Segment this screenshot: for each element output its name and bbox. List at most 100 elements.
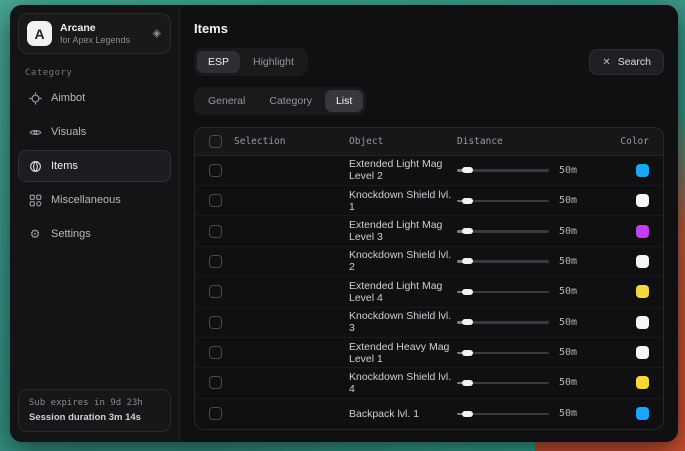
distance-value: 50m [559, 286, 577, 297]
table-row: Extended Heavy Mag Level 1 50m [195, 338, 663, 368]
sidebar-item-label: Visuals [51, 126, 86, 138]
search-button[interactable]: ✕ Search [589, 49, 664, 75]
object-name: Extended Light Mag Level 4 [349, 280, 457, 304]
color-swatch[interactable] [636, 285, 649, 298]
app-logo: A [27, 21, 52, 46]
sidebar-item-items[interactable]: Items [18, 150, 171, 182]
distance-slider[interactable] [457, 286, 549, 298]
distance-slider[interactable] [457, 225, 549, 237]
select-all-checkbox[interactable] [209, 135, 222, 148]
header-object: Object [349, 136, 457, 147]
color-swatch[interactable] [636, 407, 649, 420]
table-row: Backpack lvl. 1 50m [195, 399, 663, 429]
tab-general[interactable]: General [197, 90, 256, 112]
sidebar-item-aimbot[interactable]: Aimbot [18, 82, 171, 114]
row-checkbox[interactable] [209, 376, 222, 389]
object-name: Knockdown Shield lvl. 3 [349, 310, 457, 334]
distance-value: 50m [559, 408, 577, 419]
brand-text: Arcane for Apex Legends [60, 22, 130, 45]
tab-category[interactable]: Category [258, 90, 323, 112]
object-name: Extended Light Mag Level 3 [349, 219, 457, 243]
app-name: Arcane [60, 22, 130, 34]
session-duration-text: Session duration 3m 14s [29, 412, 160, 423]
gear-icon: ⚙ [28, 227, 42, 241]
row-checkbox[interactable] [209, 164, 222, 177]
sidebar-item-label: Settings [51, 228, 91, 240]
distance-value: 50m [559, 377, 577, 388]
subscription-card: Sub expires in 9d 23h Session duration 3… [18, 389, 171, 432]
color-swatch[interactable] [636, 194, 649, 207]
table-row: Extended Light Mag Level 2 50m [195, 156, 663, 186]
row-checkbox[interactable] [209, 194, 222, 207]
row-checkbox[interactable] [209, 407, 222, 420]
eye-icon [28, 125, 42, 139]
distance-value: 50m [559, 317, 577, 328]
color-swatch[interactable] [636, 255, 649, 268]
distance-slider[interactable] [457, 377, 549, 389]
table-row: Knockdown Shield lvl. 2 50m [195, 247, 663, 277]
app-subtitle: for Apex Legends [60, 35, 130, 45]
distance-value: 50m [559, 226, 577, 237]
distance-slider[interactable] [457, 347, 549, 359]
distance-slider[interactable] [457, 316, 549, 328]
color-swatch[interactable] [636, 225, 649, 238]
x-icon: ✕ [602, 57, 610, 68]
row-checkbox[interactable] [209, 316, 222, 329]
tab-highlight[interactable]: Highlight [242, 51, 305, 73]
mode-tab-group: ESP Highlight [194, 48, 308, 76]
row-checkbox[interactable] [209, 346, 222, 359]
sidebar-item-visuals[interactable]: Visuals [18, 116, 171, 148]
package-icon [28, 159, 42, 173]
sidebar-item-miscellaneous[interactable]: Miscellaneous [18, 184, 171, 216]
distance-value: 50m [559, 347, 577, 358]
main-panel: Items ESP Highlight ✕ Search General Cat… [180, 5, 678, 442]
grid-icon [28, 193, 42, 207]
sidebar-item-label: Items [51, 160, 78, 172]
table-row: Extended Light Mag Level 4 50m [195, 277, 663, 307]
object-name: Extended Light Mag Level 2 [349, 158, 457, 182]
color-swatch[interactable] [636, 164, 649, 177]
sidebar: A Arcane for Apex Legends ◈ Category Aim… [10, 5, 180, 442]
search-button-label: Search [618, 56, 651, 68]
color-swatch[interactable] [636, 376, 649, 389]
sidebar-item-settings[interactable]: ⚙ Settings [18, 218, 171, 250]
distance-value: 50m [559, 165, 577, 176]
distance-slider[interactable] [457, 195, 549, 207]
object-name: Knockdown Shield lvl. 2 [349, 249, 457, 273]
brand-card: A Arcane for Apex Legends ◈ [18, 13, 171, 54]
items-table: Selection Object Distance Color Extended… [194, 127, 664, 430]
color-swatch[interactable] [636, 316, 649, 329]
table-row: Knockdown Shield lvl. 4 50m [195, 368, 663, 398]
tab-esp[interactable]: ESP [197, 51, 240, 73]
table-row: Knockdown Shield lvl. 3 50m [195, 308, 663, 338]
object-name: Knockdown Shield lvl. 1 [349, 189, 457, 213]
object-name: Knockdown Shield lvl. 4 [349, 371, 457, 395]
page-title: Items [194, 21, 664, 36]
sidebar-section-label: Category [25, 68, 171, 78]
color-swatch[interactable] [636, 346, 649, 359]
crosshair-icon [28, 91, 42, 105]
gem-icon[interactable]: ◈ [153, 28, 161, 39]
distance-slider[interactable] [457, 408, 549, 420]
arcane-window: A Arcane for Apex Legends ◈ Category Aim… [10, 5, 678, 442]
tab-list[interactable]: List [325, 90, 363, 112]
row-checkbox[interactable] [209, 255, 222, 268]
row-checkbox[interactable] [209, 225, 222, 238]
header-selection: Selection [234, 136, 285, 147]
sidebar-item-label: Aimbot [51, 92, 85, 104]
header-color: Color [609, 136, 649, 147]
object-name: Extended Heavy Mag Level 1 [349, 341, 457, 365]
distance-value: 50m [559, 195, 577, 206]
object-name: Backpack lvl. 1 [349, 408, 457, 420]
table-row: Extended Light Mag Level 3 50m [195, 216, 663, 246]
distance-value: 50m [559, 256, 577, 267]
table-row: Knockdown Shield lvl. 1 50m [195, 186, 663, 216]
row-checkbox[interactable] [209, 285, 222, 298]
view-tab-group: General Category List [194, 87, 366, 115]
distance-slider[interactable] [457, 164, 549, 176]
sidebar-nav: Aimbot Visuals Items [18, 82, 171, 250]
header-distance: Distance [457, 136, 609, 147]
sidebar-item-label: Miscellaneous [51, 194, 121, 206]
distance-slider[interactable] [457, 255, 549, 267]
table-header: Selection Object Distance Color [195, 128, 663, 156]
